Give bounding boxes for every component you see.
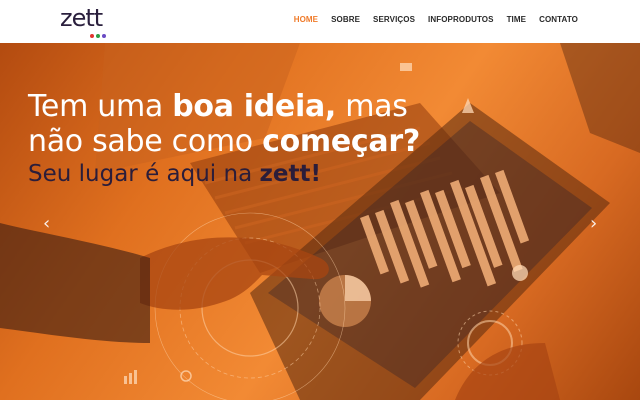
hero-subline: Seu lugar é aqui na zett! xyxy=(28,161,321,187)
nav-time[interactable]: TIME xyxy=(507,15,527,24)
hero-slider: Tem uma boa ideia, mas não sabe como com… xyxy=(0,43,640,400)
logo-text: zett xyxy=(60,4,103,32)
subline-text-a: Seu lugar é aqui na xyxy=(28,161,260,187)
headline-line-2: não sabe como começar? xyxy=(28,124,420,159)
headline-line-1: Tem uma boa ideia, mas xyxy=(28,89,420,124)
logo-dot-green xyxy=(96,34,100,38)
nav-sobre[interactable]: SOBRE xyxy=(331,15,360,24)
slider-next-arrow-icon[interactable]: › xyxy=(590,213,597,234)
zett-logo[interactable]: zett xyxy=(60,4,106,40)
logo-dot-red xyxy=(90,34,94,38)
headline-text-1a: Tem uma xyxy=(28,89,173,124)
main-nav: HOME SOBRE SERVIÇOS INFOPRODUTOS TIME CO… xyxy=(294,15,578,24)
hero-headline: Tem uma boa ideia, mas não sabe como com… xyxy=(28,89,420,159)
site-header: zett HOME SOBRE SERVIÇOS INFOPRODUTOS TI… xyxy=(0,0,640,43)
logo-dot-purple xyxy=(102,34,106,38)
nav-contato[interactable]: CONTATO xyxy=(539,15,578,24)
headline-text-1c: mas xyxy=(336,89,408,124)
subline-text-b: zett! xyxy=(259,161,321,187)
headline-text-2b: começar? xyxy=(262,124,420,159)
nav-servicos[interactable]: SERVIÇOS xyxy=(373,15,415,24)
logo-dots xyxy=(90,34,106,38)
headline-text-2a: não sabe como xyxy=(28,124,263,159)
headline-text-1b: boa ideia, xyxy=(172,89,337,124)
nav-infoprodutos[interactable]: INFOPRODUTOS xyxy=(428,15,494,24)
slider-prev-arrow-icon[interactable]: ‹ xyxy=(43,213,50,234)
nav-home[interactable]: HOME xyxy=(294,15,318,24)
